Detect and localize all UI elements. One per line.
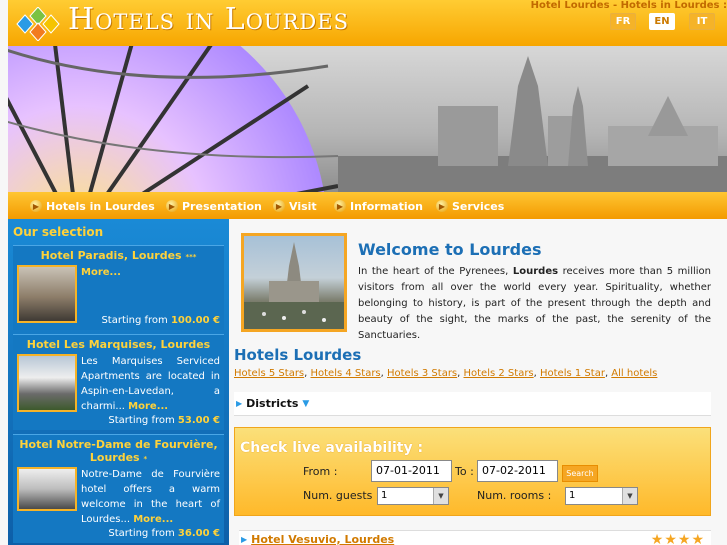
header-tagline: Hotel Lourdes - Hotels in Lourdes : bbox=[530, 0, 727, 11]
lang-it-button[interactable]: IT bbox=[689, 13, 715, 30]
lourdes-bold: Lourdes bbox=[512, 266, 559, 277]
listing-hotel-name[interactable]: Hotel Vesuvio, Lourdes bbox=[251, 533, 394, 545]
lang-fr-button[interactable]: FR bbox=[610, 13, 636, 30]
star-rating-icon: ★★★★ bbox=[650, 532, 705, 545]
welcome-text: In the heart of the Pyrenees, Lourdes re… bbox=[358, 266, 711, 341]
sidebar-our-selection: Our selection Hotel Paradis, Lourdes ***… bbox=[8, 219, 229, 545]
dropdown-arrow-icon[interactable]: ▼ bbox=[433, 488, 448, 504]
selection-card: Hotel Les Marquises, Lourdes Les Marquis… bbox=[13, 334, 224, 430]
nav-item-presentation[interactable]: ▶ Presentation bbox=[166, 198, 262, 214]
hotel-category-links: Hotels 5 Stars, Hotels 4 Stars, Hotels 3… bbox=[234, 368, 658, 379]
logo-diamonds-icon bbox=[16, 7, 60, 41]
hotel-thumbnail[interactable] bbox=[17, 354, 77, 412]
districts-label: Districts bbox=[246, 397, 299, 410]
to-date-input[interactable]: 07-02-2011 bbox=[477, 460, 558, 482]
main-content: Welcome to Lourdes In the heart of the P… bbox=[234, 230, 717, 545]
sidebar-title: Our selection bbox=[13, 225, 104, 239]
banner-image bbox=[8, 46, 727, 192]
dropdown-arrow-icon[interactable]: ▼ bbox=[622, 488, 637, 504]
welcome-section: Welcome to Lourdes In the heart of the P… bbox=[234, 230, 717, 341]
nav-arrow-icon: ▶ bbox=[30, 200, 42, 212]
site-title[interactable]: Hotels in Lourdes bbox=[68, 2, 349, 37]
districts-toggle-bar[interactable]: ▶ Districts ▼ bbox=[234, 392, 711, 416]
nav-arrow-icon: ▶ bbox=[334, 200, 346, 212]
rooms-value: 1 bbox=[569, 490, 576, 501]
selection-hotel-name[interactable]: Hotel Paradis, Lourdes bbox=[41, 249, 182, 262]
price-prefix: Starting from bbox=[108, 528, 175, 539]
nav-item-visit[interactable]: ▶ Visit bbox=[273, 198, 317, 214]
link-hotels-2-stars[interactable]: Hotels 2 Stars bbox=[464, 368, 534, 379]
selection-hotel-title: Hotel Les Marquises, Lourdes bbox=[17, 338, 220, 351]
search-button[interactable]: Search bbox=[562, 465, 598, 482]
selection-star-rating: *** bbox=[185, 253, 197, 261]
arrow-right-icon: ▶ bbox=[236, 399, 243, 408]
nav-item-label: Information bbox=[350, 199, 423, 213]
link-all-hotels[interactable]: All hotels bbox=[611, 368, 657, 379]
hotels-lourdes-heading: Hotels Lourdes bbox=[234, 346, 362, 364]
arrow-right-icon: ▶ bbox=[241, 535, 248, 544]
price-prefix: Starting from bbox=[101, 315, 168, 326]
from-label: From : bbox=[303, 465, 338, 478]
rooms-select[interactable]: 1 ▼ bbox=[565, 487, 638, 505]
nav-item-information[interactable]: ▶ Information bbox=[334, 198, 423, 214]
more-link[interactable]: More... bbox=[133, 514, 173, 525]
nav-item-label: Services bbox=[452, 199, 505, 213]
nav-arrow-icon: ▶ bbox=[166, 200, 178, 212]
site-header: Hotels in Lourdes Hotel Lourdes - Hotels… bbox=[8, 0, 727, 46]
price-line: Starting from 36.00 € bbox=[17, 528, 220, 539]
more-link[interactable]: More... bbox=[128, 401, 168, 412]
chevron-down-icon[interactable]: ▼ bbox=[302, 399, 309, 409]
rooms-label: Num. rooms : bbox=[477, 489, 552, 502]
price-line: Starting from 53.00 € bbox=[17, 415, 220, 426]
price-value: 100.00 € bbox=[170, 315, 220, 326]
more-link[interactable]: More... bbox=[81, 267, 121, 278]
selection-card: Hotel Paradis, Lourdes *** More... Start… bbox=[13, 245, 224, 330]
selection-star-rating: * bbox=[143, 455, 148, 463]
nav-arrow-icon: ▶ bbox=[273, 200, 285, 212]
guests-label: Num. guests : bbox=[303, 489, 380, 502]
price-value: 36.00 € bbox=[177, 528, 220, 539]
link-hotels-5-stars[interactable]: Hotels 5 Stars bbox=[234, 368, 304, 379]
nav-item-hotels-in-lourdes[interactable]: ▶ Hotels in Lourdes bbox=[30, 198, 155, 214]
nav-item-label: Visit bbox=[289, 199, 317, 213]
lang-en-button[interactable]: EN bbox=[649, 13, 675, 30]
from-date-input[interactable]: 07-01-2011 bbox=[371, 460, 452, 482]
price-value: 53.00 € bbox=[177, 415, 220, 426]
nav-item-label: Presentation bbox=[182, 199, 262, 213]
selection-hotel-name[interactable]: Hotel Les Marquises, Lourdes bbox=[27, 338, 210, 351]
link-hotels-1-star[interactable]: Hotels 1 Star bbox=[540, 368, 605, 379]
hotel-thumbnail[interactable] bbox=[17, 265, 77, 323]
hotel-listing-row: ▶ Hotel Vesuvio, Lourdes ★★★★ bbox=[239, 530, 711, 545]
guests-select[interactable]: 1 ▼ bbox=[377, 487, 449, 505]
lourdes-sanctuary-image bbox=[241, 233, 347, 332]
availability-title: Check live availability : bbox=[240, 440, 424, 456]
nav-item-services[interactable]: ▶ Services bbox=[436, 198, 504, 214]
main-nav: ▶ Hotels in Lourdes ▶ Presentation ▶ Vis… bbox=[8, 192, 727, 219]
link-hotels-4-stars[interactable]: Hotels 4 Stars bbox=[311, 368, 381, 379]
selection-hotel-title: Hotel Paradis, Lourdes *** bbox=[17, 249, 220, 262]
price-prefix: Starting from bbox=[108, 415, 175, 426]
link-hotels-3-stars[interactable]: Hotels 3 Stars bbox=[387, 368, 457, 379]
hotel-thumbnail[interactable] bbox=[17, 467, 77, 511]
selection-card: Hotel Notre-Dame de Fourvière, Lourdes *… bbox=[13, 434, 224, 543]
welcome-title: Welcome to Lourdes bbox=[358, 240, 542, 259]
selection-hotel-title: Hotel Notre-Dame de Fourvière, Lourdes * bbox=[17, 438, 220, 464]
banner-umbrella-and-basilica-image bbox=[8, 46, 727, 192]
guests-value: 1 bbox=[381, 490, 388, 501]
nav-arrow-icon: ▶ bbox=[436, 200, 448, 212]
selection-hotel-name[interactable]: Hotel Notre-Dame de Fourvière, Lourdes bbox=[19, 438, 217, 464]
availability-box: Check live availability : From : 07-01-2… bbox=[234, 427, 711, 516]
nav-item-label: Hotels in Lourdes bbox=[46, 199, 155, 213]
to-label: To : bbox=[455, 465, 474, 478]
